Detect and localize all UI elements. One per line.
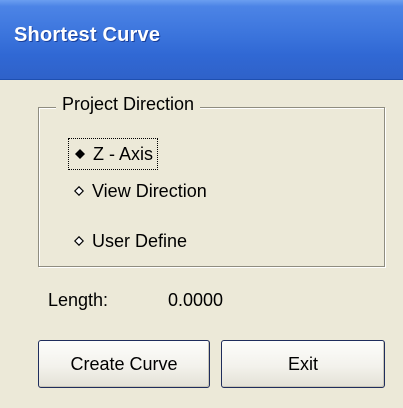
create-curve-button[interactable]: Create Curve [38,340,210,388]
length-label: Length: [48,290,109,310]
radio-user-define[interactable]: User Define [70,226,187,256]
radio-z-axis-label: Z - Axis [93,143,154,164]
shortest-curve-window: Shortest Curve Project Direction Z - Axi… [0,0,403,408]
radio-z-axis[interactable]: Z - Axis [68,138,159,170]
diamond-unselected-icon [74,186,84,196]
project-direction-legend: Project Direction [56,94,201,115]
window-title: Shortest Curve [14,24,161,46]
exit-button[interactable]: Exit [221,340,385,388]
diamond-unselected-icon [74,236,84,246]
radio-user-define-label: User Define [92,230,188,251]
title-bar[interactable]: Shortest Curve [0,0,403,80]
radio-view-direction-label: View Direction [92,180,207,201]
radio-view-direction[interactable]: View Direction [70,176,207,206]
diamond-selected-icon [75,149,85,159]
length-value: 0.0000 [168,290,224,310]
length-readout: Length: 0.0000 [48,290,223,311]
